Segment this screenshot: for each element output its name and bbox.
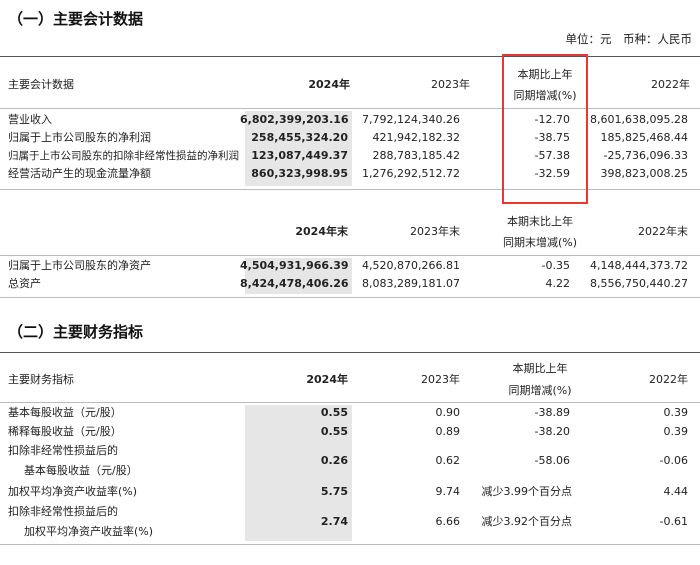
table3-bottom-rule (0, 544, 700, 545)
table3-row-2024: 2.74 (320, 515, 348, 528)
table3-row-change: -38.20 (534, 425, 570, 438)
table3-row-change: -58.06 (534, 454, 570, 467)
table3-header-rule (0, 402, 700, 403)
table1-row-2024: 860,323,998.95 (251, 167, 348, 180)
table3-top-rule (0, 352, 700, 353)
table3-row-2024: 0.26 (320, 454, 348, 467)
table1-row-label: 归属于上市公司股东的净利润 (8, 131, 151, 144)
table3-row-change: -38.89 (534, 406, 570, 419)
table3-row-label: 扣除非经常性损益后的 (8, 444, 118, 457)
table1-top-rule (0, 56, 700, 57)
table2-row-2024: 8,424,478,406.26 (240, 277, 349, 290)
table3-row-label-line2: 基本每股收益（元/股） (24, 464, 138, 477)
table3-row-2024: 5.75 (320, 485, 348, 498)
table2-header-2023: 2023年末 (410, 225, 460, 238)
table1-row-2023: 1,276,292,512.72 (362, 167, 460, 180)
table1-row-2024: 6,802,399,203.16 (240, 113, 349, 126)
table1-row-2023: 421,942,182.32 (372, 131, 460, 144)
table3-row-2022: -0.06 (659, 454, 688, 467)
table1-row-2024: 123,087,449.37 (251, 149, 348, 162)
section2-title: （二）主要财务指标 (8, 323, 144, 341)
highlight-box (502, 54, 588, 204)
table3-row-2022: 0.39 (663, 425, 689, 438)
table3-row-change: 减少3.99个百分点 (481, 485, 573, 498)
table1-header-rule (0, 108, 700, 109)
table1-header-2023: 2023年 (431, 78, 470, 91)
table2-row-2024: 4,504,931,966.39 (240, 259, 349, 272)
table3-row-2022: 0.39 (663, 406, 689, 419)
table2-row-label: 总资产 (8, 277, 41, 290)
unit-note: 单位：元 币种：人民币 (565, 32, 693, 46)
table2-row-2022: 8,556,750,440.27 (590, 277, 688, 290)
table3-row-label: 扣除非经常性损益后的 (8, 505, 118, 518)
table3-header-2023: 2023年 (421, 373, 460, 386)
table3-row-2023: 0.89 (435, 425, 461, 438)
table1-header-label: 主要会计数据 (8, 78, 74, 91)
table2-row-label: 归属于上市公司股东的净资产 (8, 259, 151, 272)
table3-row-label: 稀释每股收益（元/股） (8, 425, 122, 438)
table1-row-2023: 7,792,124,340.26 (362, 113, 460, 126)
table3-row-2022: -0.61 (659, 515, 688, 528)
table2-header-rule (0, 255, 700, 256)
table2-row-2023: 4,520,870,266.81 (362, 259, 460, 272)
table2-bottom-rule (0, 297, 700, 298)
table3-row-2023: 6.66 (435, 515, 461, 528)
table1-bottom-rule (0, 189, 700, 190)
section1-title: （一）主要会计数据 (8, 10, 144, 28)
table3-row-2022: 4.44 (663, 485, 689, 498)
table2-row-2023: 8,083,289,181.07 (362, 277, 460, 290)
table2-row-change: -0.35 (541, 259, 570, 272)
table3-row-2024: 0.55 (320, 406, 348, 419)
table1-row-label: 营业收入 (8, 113, 52, 126)
table1-row-2024: 258,455,324.20 (251, 131, 348, 144)
table3-row-2024: 0.55 (320, 425, 348, 438)
table3-header-label: 主要财务指标 (8, 373, 74, 386)
table1-header-2024: 2024年 (308, 78, 350, 91)
table3-row-change: 减少3.92个百分点 (481, 515, 573, 528)
table3-row-label: 基本每股收益（元/股） (8, 406, 122, 419)
table2-row-change: 4.22 (545, 277, 571, 290)
table3-header-2024: 2024年 (306, 373, 348, 386)
table2-header-2022: 2022年末 (638, 225, 688, 238)
table3-row-2023: 0.90 (435, 406, 461, 419)
table3-header-2022: 2022年 (649, 373, 688, 386)
table3-row-2023: 0.62 (435, 454, 461, 467)
table3-row-2023: 9.74 (435, 485, 461, 498)
table1-row-2023: 288,783,185.42 (372, 149, 460, 162)
table2-header-2024: 2024年末 (295, 225, 348, 238)
table1-header-2022: 2022年 (651, 78, 690, 91)
table3-row-label: 加权平均净资产收益率(%) (8, 485, 138, 498)
table1-row-label: 经营活动产生的现金流量净额 (8, 167, 151, 180)
table2-row-2022: 4,148,444,373.72 (590, 259, 688, 272)
table1-row-label: 归属于上市公司股东的扣除非经常性损益的净利润 (8, 150, 239, 162)
table3-row-label-line2: 加权平均净资产收益率(%) (24, 525, 154, 538)
